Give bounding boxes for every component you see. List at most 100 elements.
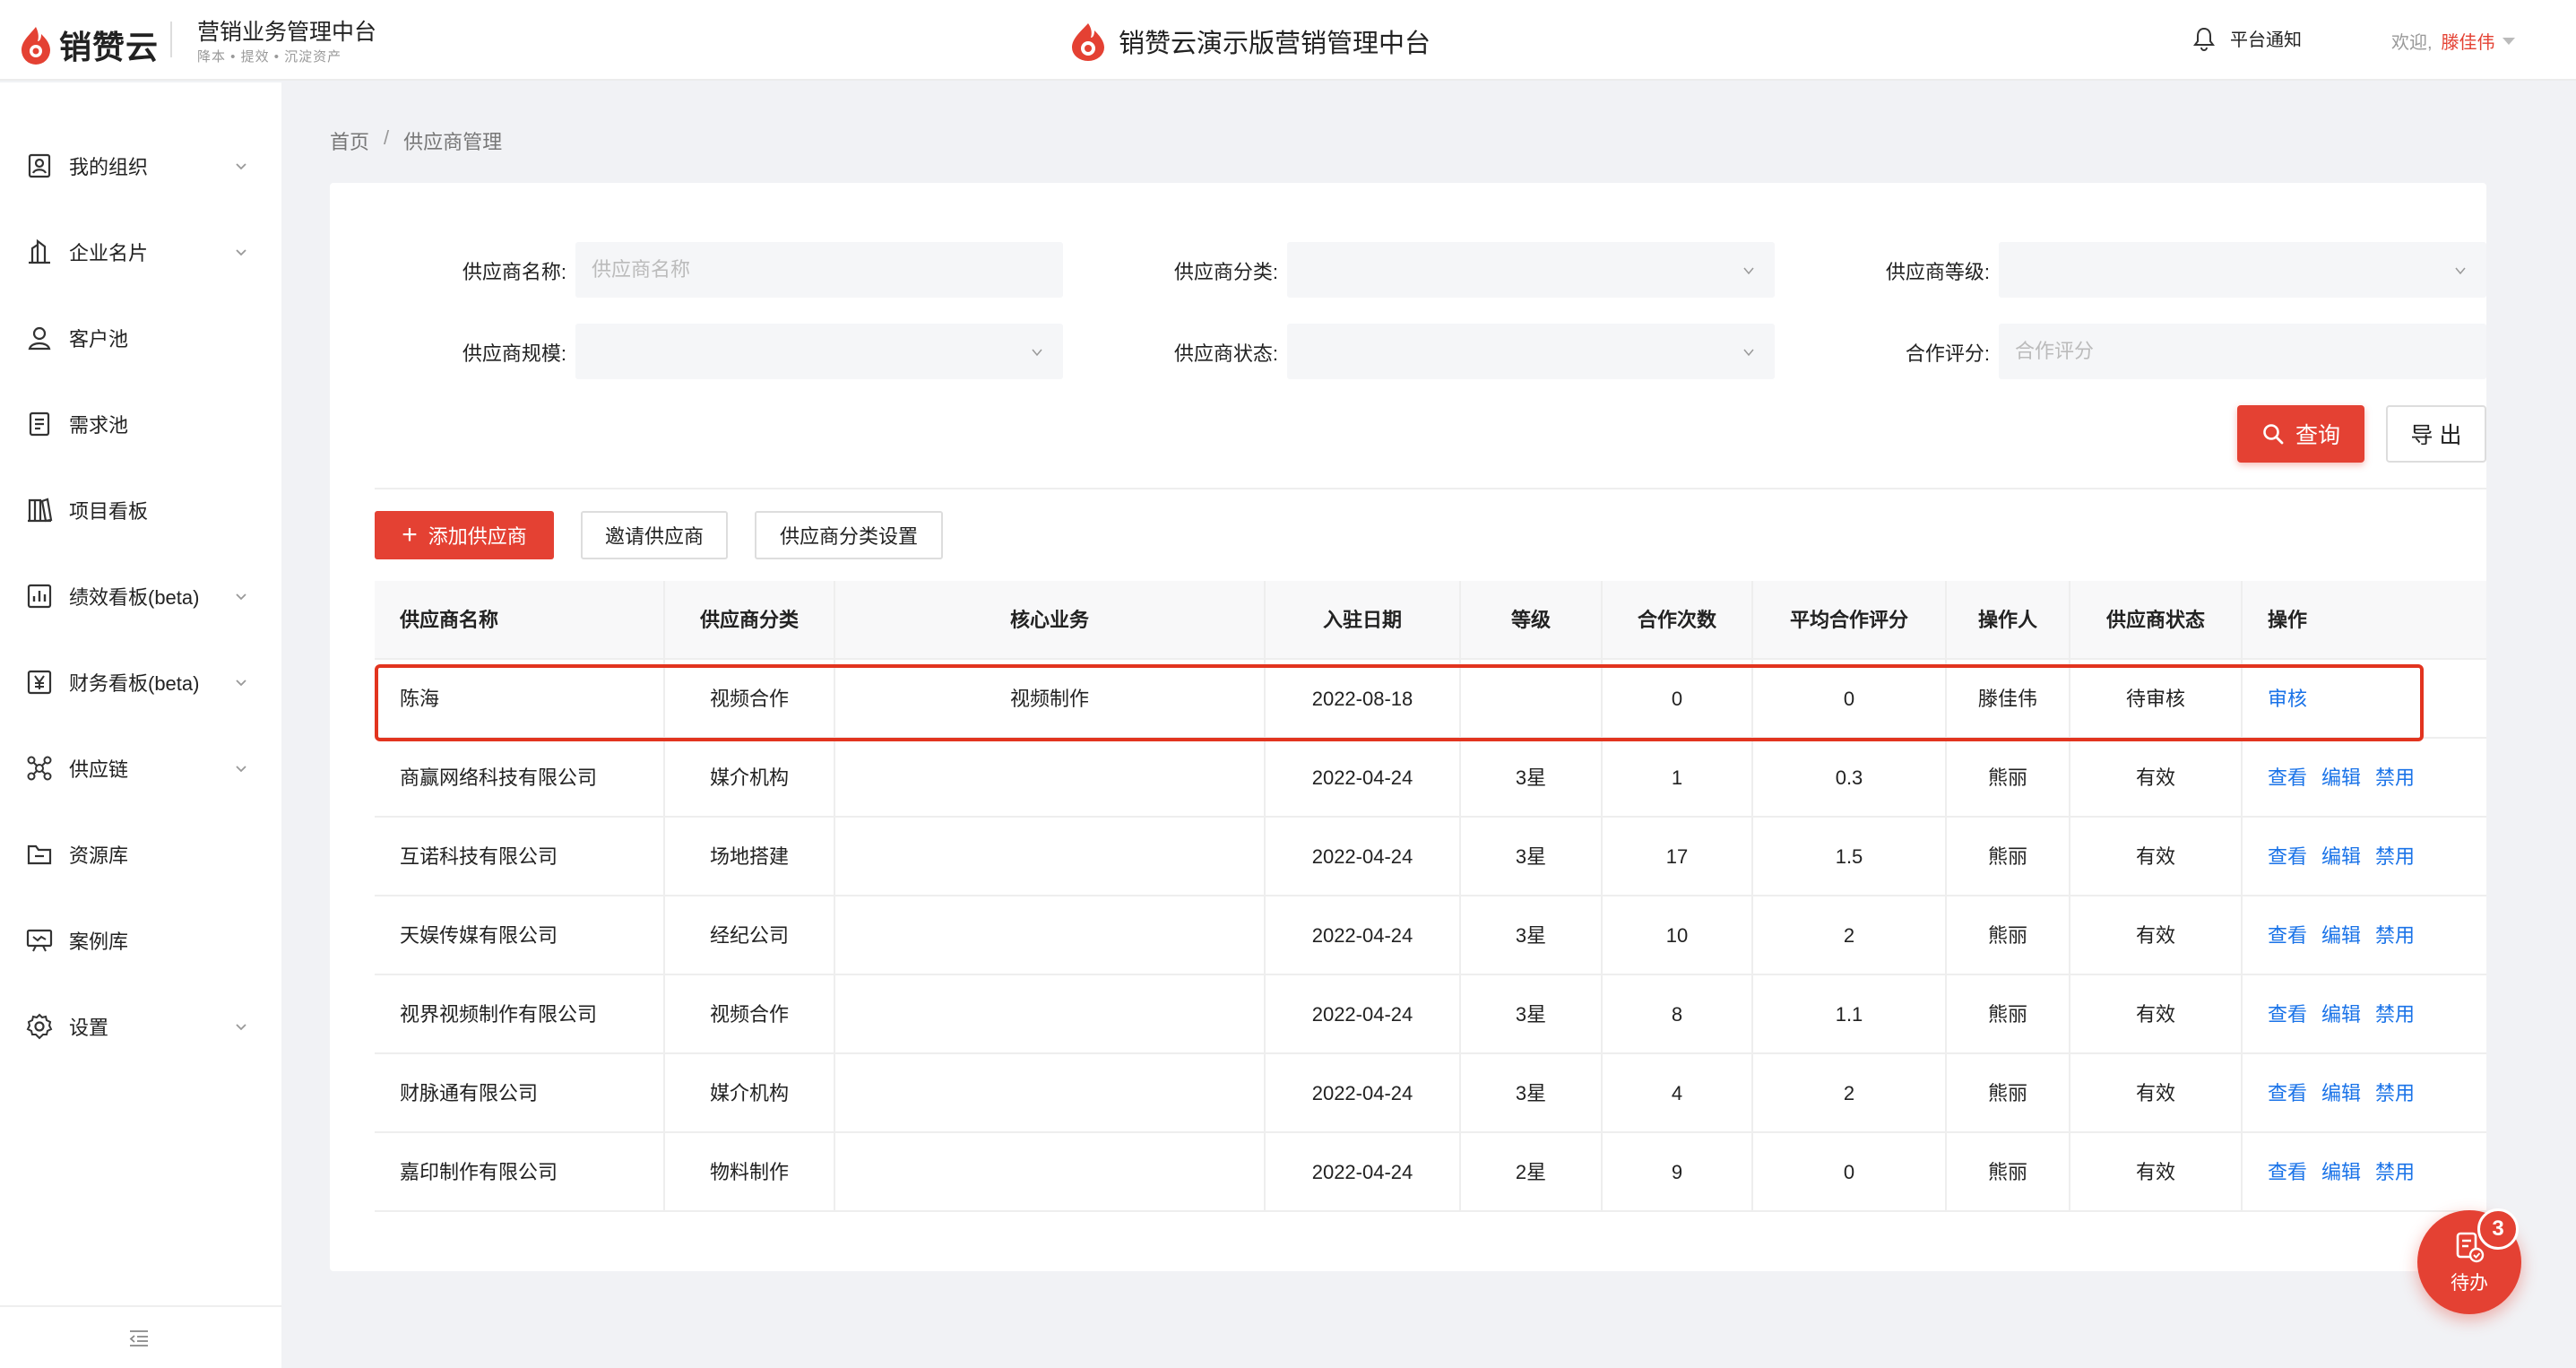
chevron-down-icon	[1032, 349, 1042, 357]
add-supplier-label: 添加供应商	[428, 525, 527, 548]
sidebar-item-resource-library[interactable]: 资源库	[0, 823, 281, 886]
chevron-down-icon	[236, 1024, 246, 1031]
yen-icon	[25, 668, 54, 697]
view-link[interactable]: 查看	[2268, 766, 2307, 789]
edit-link[interactable]: 编辑	[2321, 766, 2361, 789]
disable-link[interactable]: 禁用	[2375, 924, 2415, 947]
disable-link[interactable]: 禁用	[2375, 845, 2415, 868]
sidebar-item-supply-chain[interactable]: 供应链	[0, 737, 281, 800]
coop-count-cell: 1	[1603, 739, 1753, 818]
core-business-cell: 视频制作	[835, 660, 1266, 739]
sidebar-item-settings[interactable]: 设置	[0, 995, 281, 1058]
sidebar-item-company-card[interactable]: 企业名片	[0, 221, 281, 283]
supplier-name-cell: 互诺科技有限公司	[375, 818, 665, 896]
disable-link[interactable]: 禁用	[2375, 1003, 2415, 1026]
status-cell: 有效	[2070, 975, 2243, 1054]
table-row[interactable]: 商赢网络科技有限公司 媒介机构 2022-04-24 3星 1 0.3 熊丽 有…	[375, 739, 2486, 818]
coop-count-cell: 8	[1603, 975, 1753, 1054]
sidebar-item-customer-pool[interactable]: 客户池	[0, 307, 281, 369]
sidebar-item-demand-pool[interactable]: 需求池	[0, 393, 281, 455]
edit-link[interactable]: 编辑	[2321, 1082, 2361, 1104]
level-cell: 3星	[1461, 896, 1603, 975]
table-row[interactable]: 嘉印制作有限公司 物料制作 2022-04-24 2星 9 0 熊丽 有效 查看…	[375, 1133, 2486, 1212]
category-cell: 经纪公司	[665, 896, 835, 975]
category-settings-button[interactable]: 供应商分类设置	[755, 511, 943, 559]
center-title: 销赞云演示版营销管理中台	[1119, 30, 1431, 58]
edit-link[interactable]: 编辑	[2321, 1003, 2361, 1026]
sidebar-item-label: 财务看板(beta)	[69, 672, 200, 695]
platform-notice[interactable]: 平台通知	[2192, 25, 2302, 51]
core-business-cell	[835, 1133, 1266, 1212]
top-bar: 销赞云 营销业务管理中台 降本 • 提效 • 沉淀资产 销赞云演示版营销管理中台…	[0, 0, 2576, 81]
table-row[interactable]: 互诺科技有限公司 场地搭建 2022-04-24 3星 17 1.5 熊丽 有效…	[375, 818, 2486, 896]
rating-input[interactable]: 合作评分	[1999, 324, 2486, 379]
logo-text: 销赞云	[59, 29, 160, 65]
supplier-status-select[interactable]	[1287, 324, 1775, 379]
bell-icon	[2193, 27, 2215, 51]
plus-icon: +	[402, 520, 418, 550]
operator-cell: 熊丽	[1947, 1054, 2070, 1133]
core-business-cell	[835, 975, 1266, 1054]
supplier-level-select[interactable]	[1999, 242, 2486, 298]
sidebar-collapse[interactable]	[0, 1305, 281, 1368]
table-row[interactable]: 视界视频制作有限公司 视频合作 2022-04-24 3星 8 1.1 熊丽 有…	[375, 975, 2486, 1054]
edit-link[interactable]: 编辑	[2321, 1161, 2361, 1183]
chart-icon	[25, 582, 54, 610]
view-link[interactable]: 查看	[2268, 1082, 2307, 1104]
table-row[interactable]: 天娱传媒有限公司 经纪公司 2022-04-24 3星 10 2 熊丽 有效 查…	[375, 896, 2486, 975]
sidebar-item-case-library[interactable]: 案例库	[0, 909, 281, 972]
supplier-category-select[interactable]	[1287, 242, 1775, 298]
join-date-cell: 2022-08-18	[1266, 660, 1461, 739]
status-cell: 有效	[2070, 896, 2243, 975]
sidebar-item-project-board[interactable]: 项目看板	[0, 479, 281, 541]
view-link[interactable]: 查看	[2268, 924, 2307, 947]
sidebar-item-org[interactable]: 我的组织	[0, 134, 281, 197]
query-button[interactable]: 查询	[2237, 405, 2364, 463]
invite-supplier-button[interactable]: 邀请供应商	[581, 511, 728, 559]
user-menu[interactable]: 欢迎, 滕佳伟	[2391, 28, 2515, 54]
operator-cell: 熊丽	[1947, 818, 2070, 896]
disable-link[interactable]: 禁用	[2375, 1161, 2415, 1183]
section-divider	[375, 488, 2486, 489]
org-icon	[25, 152, 54, 180]
avg-score-cell: 0	[1753, 1133, 1947, 1212]
table-row[interactable]: 陈海 视频合作 视频制作 2022-08-18 0 0 滕佳伟 待审核 审核	[375, 660, 2486, 739]
avg-score-cell: 0.3	[1753, 739, 1947, 818]
category-cell: 媒介机构	[665, 739, 835, 818]
category-cell: 视频合作	[665, 660, 835, 739]
review-link[interactable]: 审核	[2268, 688, 2307, 710]
sidebar-item-label: 我的组织	[69, 156, 149, 178]
supplier-name-input[interactable]: 供应商名称	[575, 242, 1063, 298]
view-link[interactable]: 查看	[2268, 845, 2307, 868]
add-supplier-button[interactable]: + 添加供应商	[375, 511, 554, 559]
core-business-cell	[835, 896, 1266, 975]
actions-cell: 查看 编辑 禁用	[2243, 1133, 2486, 1212]
supplier-scale-select[interactable]	[575, 324, 1063, 379]
avg-score-cell: 1.1	[1753, 975, 1947, 1054]
core-business-cell	[835, 739, 1266, 818]
logo[interactable]: 销赞云	[20, 22, 159, 68]
avg-score-cell: 1.5	[1753, 818, 1947, 896]
disable-link[interactable]: 禁用	[2375, 1082, 2415, 1104]
view-link[interactable]: 查看	[2268, 1003, 2307, 1026]
filter-name-label: 供应商名称:	[462, 261, 566, 283]
edit-link[interactable]: 编辑	[2321, 845, 2361, 868]
sidebar-item-finance-board[interactable]: 财务看板(beta)	[0, 651, 281, 714]
export-button[interactable]: 导 出	[2386, 405, 2486, 463]
operator-cell: 熊丽	[1947, 975, 2070, 1054]
category-cell: 场地搭建	[665, 818, 835, 896]
view-link[interactable]: 查看	[2268, 1161, 2307, 1183]
edit-link[interactable]: 编辑	[2321, 924, 2361, 947]
sidebar-item-performance-board[interactable]: 绩效看板(beta)	[0, 565, 281, 628]
chevron-down-icon	[236, 766, 246, 773]
breadcrumb-home[interactable]: 首页	[330, 126, 369, 155]
building-icon	[25, 238, 54, 266]
join-date-cell: 2022-04-24	[1266, 1054, 1461, 1133]
join-date-cell: 2022-04-24	[1266, 975, 1461, 1054]
board-icon	[25, 496, 54, 524]
breadcrumb-current: 供应商管理	[403, 131, 503, 153]
column-header: 操作人	[1947, 581, 2070, 660]
system-title: 营销业务管理中台	[197, 20, 377, 45]
disable-link[interactable]: 禁用	[2375, 766, 2415, 789]
table-row[interactable]: 财脉通有限公司 媒介机构 2022-04-24 3星 4 2 熊丽 有效 查看编…	[375, 1054, 2486, 1133]
